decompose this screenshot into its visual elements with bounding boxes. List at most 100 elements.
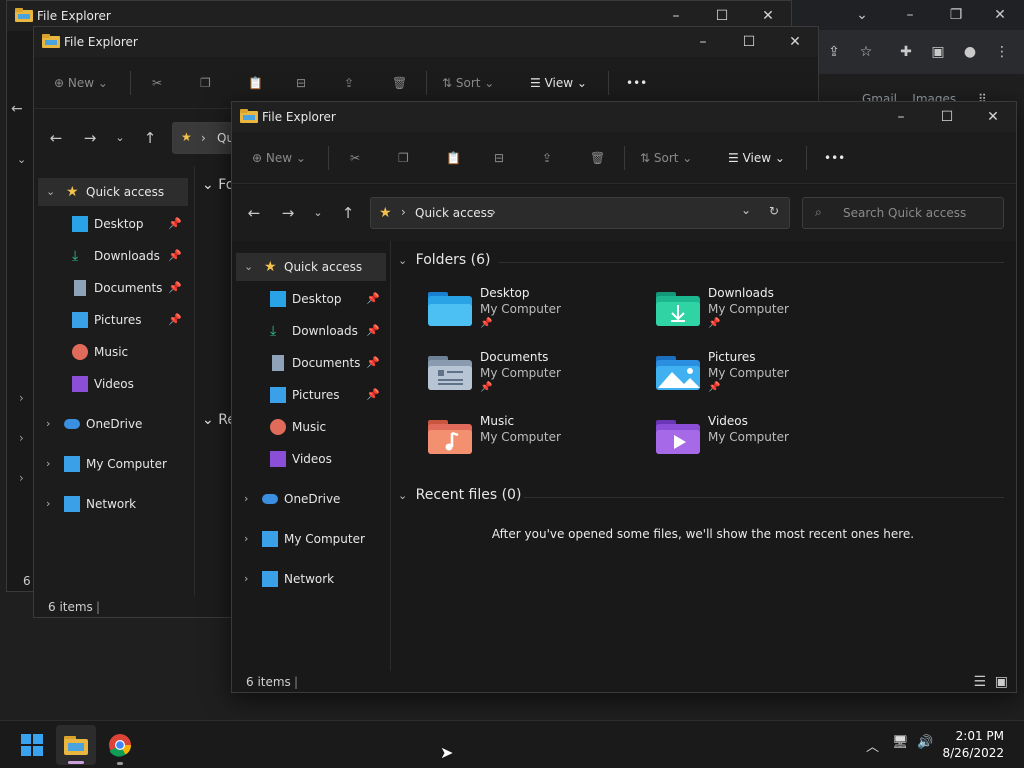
nav-music[interactable]: Music	[38, 338, 188, 366]
nav-documents[interactable]: Documents 📌	[38, 274, 188, 302]
search-input[interactable]: ⌕ Search Quick access	[802, 197, 1004, 229]
paste-icon[interactable]: 📋	[248, 73, 263, 93]
restore-icon[interactable]: ❐	[944, 3, 968, 27]
new-button[interactable]: ⊕ New ⌄	[252, 148, 306, 168]
rename-icon[interactable]: ⊟	[296, 73, 306, 93]
chevron-right-icon[interactable]: ›	[46, 450, 50, 478]
maximize-button[interactable]: ☐	[726, 27, 772, 57]
maximize-button[interactable]: ☐	[924, 102, 970, 132]
nav-network[interactable]: › Network	[38, 490, 188, 518]
minimize-button[interactable]: –	[878, 102, 924, 132]
view-button[interactable]: ☰ View ⌄	[728, 148, 785, 168]
nav-onedrive[interactable]: › OneDrive	[38, 410, 188, 438]
chevron-right-icon[interactable]: ›	[19, 471, 24, 485]
chrome-taskbar-button[interactable]	[100, 725, 140, 765]
profile-icon[interactable]: ●	[958, 40, 982, 64]
nav-onedrive[interactable]: › OneDrive	[236, 485, 386, 513]
nav-desktop[interactable]: Desktop 📌	[236, 285, 386, 313]
nav-music[interactable]: Music	[236, 413, 386, 441]
up-arrow-icon[interactable]: ↑	[336, 201, 360, 225]
nav-videos[interactable]: Videos	[236, 445, 386, 473]
minimize-icon[interactable]: –	[898, 3, 922, 27]
volume-icon[interactable]: 🔊	[917, 735, 933, 750]
folder-tile-downloads[interactable]: Downloads My Computer 📌	[656, 286, 886, 342]
nav-quick-access[interactable]: ⌄ ★ Quick access	[236, 253, 386, 281]
cut-icon[interactable]: ✂	[350, 148, 360, 168]
chevron-right-icon[interactable]: ›	[19, 391, 24, 405]
chevron-down-icon[interactable]: ⌄	[244, 253, 253, 281]
sidepanel-icon[interactable]: ▣	[926, 40, 950, 64]
recent-chevron-icon[interactable]: ⌄	[306, 201, 330, 225]
nav-downloads[interactable]: ⤓ Downloads 📌	[236, 317, 386, 345]
forward-arrow-icon[interactable]: →	[78, 126, 102, 150]
nav-pictures[interactable]: Pictures 📌	[236, 381, 386, 409]
delete-icon[interactable]: 🗑	[392, 73, 407, 93]
rename-icon[interactable]: ⊟	[494, 148, 504, 168]
chevron-right-icon[interactable]: ›	[244, 485, 248, 513]
share-icon[interactable]: ⇪	[822, 40, 846, 64]
nav-desktop[interactable]: Desktop 📌	[38, 210, 188, 238]
delete-icon[interactable]: 🗑	[590, 148, 605, 168]
folders-section-header[interactable]: ⌄ Folders (6)	[398, 252, 491, 268]
minimize-button[interactable]: –	[680, 27, 726, 57]
nav-pictures[interactable]: Pictures 📌	[38, 306, 188, 334]
back-arrow-icon[interactable]: ←	[11, 101, 23, 117]
chevron-right-icon[interactable]: ›	[244, 565, 248, 593]
sort-button[interactable]: ⇅ Sort ⌄	[640, 148, 692, 168]
cut-icon[interactable]: ✂	[152, 73, 162, 93]
folder-tile-music[interactable]: Music My Computer	[428, 414, 658, 470]
more-button[interactable]: •••	[824, 148, 845, 168]
chevron-down-icon[interactable]: ⌄	[850, 3, 874, 27]
folder-tile-pictures[interactable]: Pictures My Computer 📌	[656, 350, 886, 406]
sort-button[interactable]: ⇅ Sort ⌄	[442, 73, 494, 93]
recent-chevron-icon[interactable]: ⌄	[108, 126, 132, 150]
refresh-icon[interactable]: ↻	[769, 204, 779, 218]
nav-downloads[interactable]: ⤓ Downloads 📌	[38, 242, 188, 270]
breadcrumb-quick-access[interactable]: Quick access	[415, 206, 493, 220]
paste-icon[interactable]: 📋	[446, 148, 461, 168]
chevron-right-icon[interactable]: ›	[19, 431, 24, 445]
close-button[interactable]: ✕	[772, 27, 818, 57]
chevron-right-icon[interactable]: ›	[244, 525, 248, 553]
chevron-down-icon[interactable]: ⌄	[741, 203, 751, 217]
back-arrow-icon[interactable]: ←	[44, 126, 68, 150]
new-button[interactable]: ⊕ New ⌄	[54, 73, 108, 93]
section-header[interactable]: ⌄ Fo	[202, 177, 234, 193]
nav-my-computer[interactable]: › My Computer	[38, 450, 188, 478]
nav-documents[interactable]: Documents 📌	[236, 349, 386, 377]
clock-date[interactable]: 8/26/2022	[942, 746, 1004, 760]
recent-section-header[interactable]: ⌄ Recent files (0)	[398, 487, 521, 503]
folder-tile-desktop[interactable]: Desktop My Computer 📌	[428, 286, 658, 342]
share-icon[interactable]: ⇪	[344, 73, 354, 93]
chevron-right-icon[interactable]: ›	[491, 205, 496, 219]
more-button[interactable]: •••	[626, 73, 647, 93]
chevron-down-icon[interactable]: ⌄	[17, 153, 26, 166]
clock-time[interactable]: 2:01 PM	[956, 729, 1004, 743]
chevron-right-icon[interactable]: ›	[46, 410, 50, 438]
copy-icon[interactable]: ❐	[398, 148, 409, 168]
file-explorer-taskbar-button[interactable]	[56, 725, 96, 765]
extensions-icon[interactable]: ✚	[894, 40, 918, 64]
up-arrow-icon[interactable]: ↑	[138, 126, 162, 150]
back-arrow-icon[interactable]: ←	[242, 201, 266, 225]
menu-icon[interactable]: ⋮	[990, 40, 1014, 64]
address-bar[interactable]: ★ › Quick access › ⌄ ↻	[370, 197, 790, 229]
star-icon[interactable]: ☆	[854, 40, 878, 64]
chevron-down-icon[interactable]: ⌄	[46, 178, 55, 206]
folder-tile-documents[interactable]: Documents My Computer 📌	[428, 350, 658, 406]
copy-icon[interactable]: ❐	[200, 73, 211, 93]
nav-videos[interactable]: Videos	[38, 370, 188, 398]
chevron-right-icon[interactable]: ›	[46, 490, 50, 518]
network-icon[interactable]: 🖥	[892, 735, 909, 750]
details-view-icon[interactable]: ☰	[973, 674, 986, 690]
tiles-view-icon[interactable]: ▣	[995, 674, 1008, 690]
share-icon[interactable]: ⇪	[542, 148, 552, 168]
folder-tile-videos[interactable]: Videos My Computer	[656, 414, 886, 470]
nav-quick-access[interactable]: ⌄ ★ Quick access	[38, 178, 188, 206]
close-button[interactable]: ✕	[970, 102, 1016, 132]
nav-my-computer[interactable]: › My Computer	[236, 525, 386, 553]
nav-network[interactable]: › Network	[236, 565, 386, 593]
view-button[interactable]: ☰ View ⌄	[530, 73, 587, 93]
forward-arrow-icon[interactable]: →	[276, 201, 300, 225]
start-button[interactable]	[12, 725, 52, 765]
